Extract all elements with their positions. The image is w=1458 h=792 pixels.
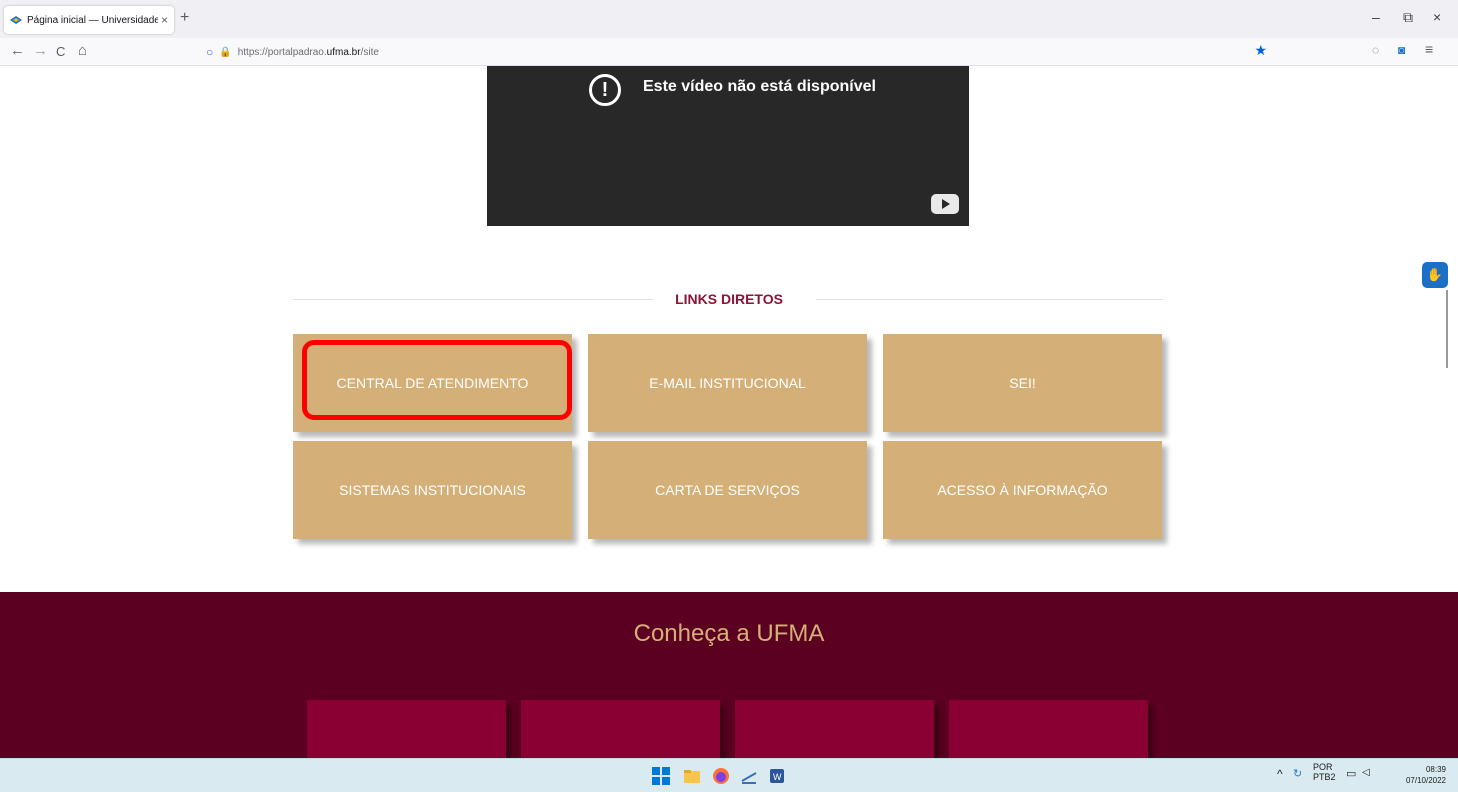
footer-card[interactable] [735,700,934,760]
svg-text:W: W [773,772,782,782]
language-indicator[interactable]: POR PTB2 [1313,762,1336,782]
tray-arrow-icon[interactable]: ^ [1277,767,1283,781]
volume-icon[interactable]: ◁ [1362,767,1370,778]
firefox-icon[interactable] [712,767,730,785]
app-icon[interactable] [740,767,758,785]
bookmark-star-icon[interactable]: ★ [1254,42,1267,59]
home-button[interactable]: ⌂ [78,42,87,59]
footer-title: Conheça a UFMA [633,620,825,647]
link-sei[interactable]: SEI! [883,334,1162,432]
windows-start-icon[interactable] [652,767,670,785]
app-menu-icon[interactable]: ≡ [1425,41,1433,57]
reload-button[interactable]: C [56,44,65,59]
embedded-video[interactable]: ! Este vídeo não está disponível [487,66,969,226]
tab-close-icon[interactable]: × [161,13,168,27]
minimize-button[interactable]: – [1372,9,1380,25]
tracking-shield-icon[interactable]: ○ [206,45,213,59]
file-explorer-icon[interactable] [683,767,701,785]
back-button[interactable]: ← [10,42,25,59]
browser-nav-bar: ← → C ⌂ ○ 🔒 https://portalpadrao.ufma.br… [0,38,1458,66]
link-sistemas-institucionais[interactable]: SISTEMAS INSTITUCIONAIS [293,441,572,539]
link-acesso-a-informacao[interactable]: ACESSO À INFORMAÇÃO [883,441,1162,539]
warning-icon: ! [589,74,621,106]
url-bar[interactable]: ○ 🔒 https://portalpadrao.ufma.br/site ★ [200,41,1275,63]
word-icon[interactable]: W [768,767,786,785]
video-unavailable-message: Este vídeo não está disponível [643,78,876,95]
footer-section: Conheça a UFMA [0,592,1458,760]
windows-taskbar: W ^ ↻ POR PTB2 ▭ ◁ 08:39 07/10/2022 [0,758,1458,792]
youtube-logo-icon[interactable] [931,194,959,214]
tab-title: Página inicial — Universidade F [27,14,158,26]
sync-icon[interactable]: ↻ [1293,767,1302,780]
lock-icon[interactable]: 🔒 [219,47,231,58]
footer-card[interactable] [307,700,506,760]
section-divider-right [816,299,1163,300]
extension-icon[interactable]: ◙ [1398,43,1405,57]
new-tab-button[interactable]: + [180,9,189,27]
link-email-institucional[interactable]: E-MAIL INSTITUCIONAL [588,334,867,432]
link-carta-de-servicos[interactable]: CARTA DE SERVIÇOS [588,441,867,539]
clock[interactable]: 08:39 07/10/2022 [1406,764,1446,786]
accessibility-widget-icon[interactable]: ✋ [1422,262,1448,288]
browser-tab-active[interactable]: Página inicial — Universidade F × [4,6,174,34]
forward-button[interactable]: → [33,42,48,59]
network-icon[interactable]: ▭ [1346,767,1356,780]
footer-card[interactable] [949,700,1148,760]
page-scrollbar[interactable] [1446,290,1448,368]
pocket-icon[interactable]: ◌ [1372,43,1379,57]
section-title: LINKS DIRETOS [675,291,783,307]
browser-tab-bar: Página inicial — Universidade F × + – ⧉ … [0,0,1458,38]
screen: Página inicial — Universidade F × + – ⧉ … [0,0,1458,792]
restore-button[interactable]: ⧉ [1403,9,1413,26]
site-favicon-icon [10,14,22,26]
url-text: https://portalpadrao.ufma.br/site [237,46,379,58]
footer-card[interactable] [521,700,720,760]
close-window-button[interactable]: × [1433,9,1441,25]
highlight-annotation [302,340,572,420]
